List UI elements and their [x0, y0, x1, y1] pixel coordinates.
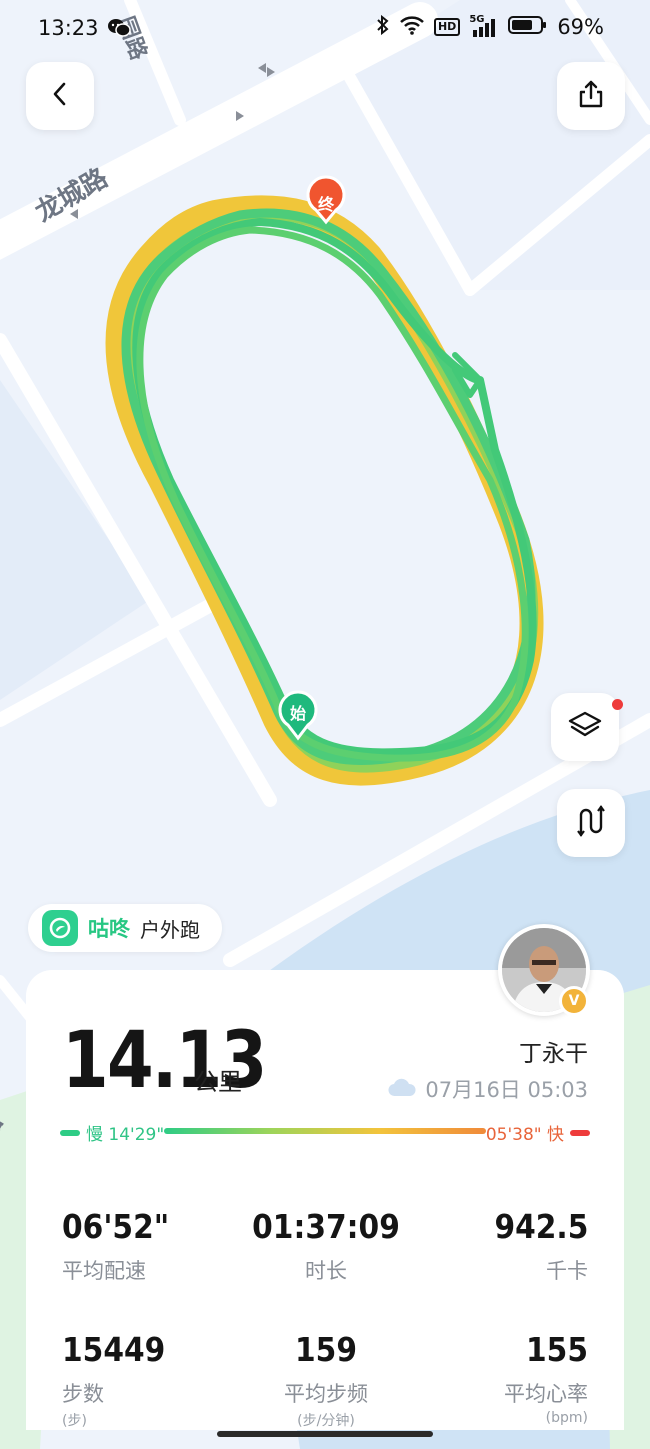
battery-icon	[508, 15, 548, 39]
back-button[interactable]	[26, 62, 94, 130]
stat-duration: 01:37:09 时长	[226, 1210, 426, 1285]
signal-icon: 5G	[469, 14, 499, 38]
brand-name: 咕咚	[88, 917, 130, 941]
share-button[interactable]	[557, 62, 625, 130]
end-marker-label: 终	[318, 195, 335, 214]
stat-heart-rate: 155 平均心率 (bpm)	[504, 1333, 588, 1426]
stat-value: 942.5	[494, 1207, 588, 1246]
distance-unit: 公里	[194, 1068, 242, 1096]
pace-slow-marker	[60, 1129, 80, 1136]
stat-avg-pace: 06'52" 平均配速	[62, 1210, 181, 1285]
status-time: 13:23	[38, 16, 99, 40]
workout-date-text: 07月16日 05:03	[425, 1078, 588, 1102]
map-layers-button[interactable]	[551, 693, 619, 761]
stat-value: 155	[525, 1330, 588, 1369]
workout-date: 07月16日 05:03	[387, 1074, 588, 1104]
stat-label: 平均步频	[284, 1382, 368, 1406]
battery-percent: 69%	[557, 15, 604, 39]
status-icons: HD 5G 69%	[376, 14, 604, 40]
pace-fast-marker	[570, 1129, 590, 1136]
stat-calories: 942.5 千卡	[484, 1210, 588, 1285]
pace-gradient-bar	[164, 1128, 486, 1134]
pace-fast: 05'38" 快	[486, 1120, 590, 1145]
share-icon	[575, 78, 607, 114]
wifi-icon	[399, 15, 425, 39]
pace-legend: 慢 14'29" 05'38" 快	[60, 1120, 590, 1145]
verified-badge: V	[559, 986, 589, 1016]
status-bar: 13:23 HD 5G 69%	[0, 0, 650, 58]
route-icon	[575, 803, 607, 843]
stat-label: 平均配速	[62, 1259, 146, 1283]
stat-label: 平均心率	[504, 1382, 588, 1406]
layers-notification-dot	[612, 699, 623, 710]
wechat-icon	[107, 17, 131, 43]
start-marker-label: 始	[290, 704, 306, 723]
pace-fast-label: 05'38" 快	[485, 1125, 564, 1145]
route-toggle-button[interactable]	[557, 789, 625, 857]
home-indicator[interactable]	[217, 1431, 433, 1437]
stat-value: 159	[294, 1330, 357, 1369]
stat-label: 步数	[62, 1382, 104, 1406]
cloud-icon	[387, 1076, 417, 1103]
stat-value: 06'52"	[62, 1207, 170, 1246]
stat-label: 时长	[305, 1259, 347, 1283]
stat-value: 01:37:09	[252, 1207, 400, 1246]
stat-unit: (步)	[62, 1413, 87, 1429]
codoon-logo-icon	[42, 910, 78, 946]
activity-type: 户外跑	[140, 917, 200, 942]
stat-steps: 15449 步数 (步)	[62, 1333, 177, 1430]
brand-pill: 咕咚 户外跑	[28, 904, 222, 952]
bluetooth-icon	[376, 14, 390, 40]
user-name: 丁永干	[519, 1041, 588, 1067]
pace-slow: 慢 14'29"	[60, 1120, 164, 1145]
back-icon	[48, 80, 72, 112]
pace-slow-label: 慢 14'29"	[86, 1125, 165, 1145]
layers-icon	[567, 709, 603, 745]
stat-value: 15449	[62, 1330, 166, 1369]
stat-cadence: 159 平均步频 (步/分钟)	[226, 1333, 426, 1430]
hd-badge: HD	[433, 18, 461, 36]
stat-unit: (步/分钟)	[297, 1413, 355, 1429]
stat-unit: (bpm)	[545, 1410, 588, 1426]
stat-label: 千卡	[546, 1259, 588, 1283]
workout-summary-card: 14.13 公里 丁永干 07月16日 05:03 慢 14'29" 05'38…	[26, 970, 624, 1430]
